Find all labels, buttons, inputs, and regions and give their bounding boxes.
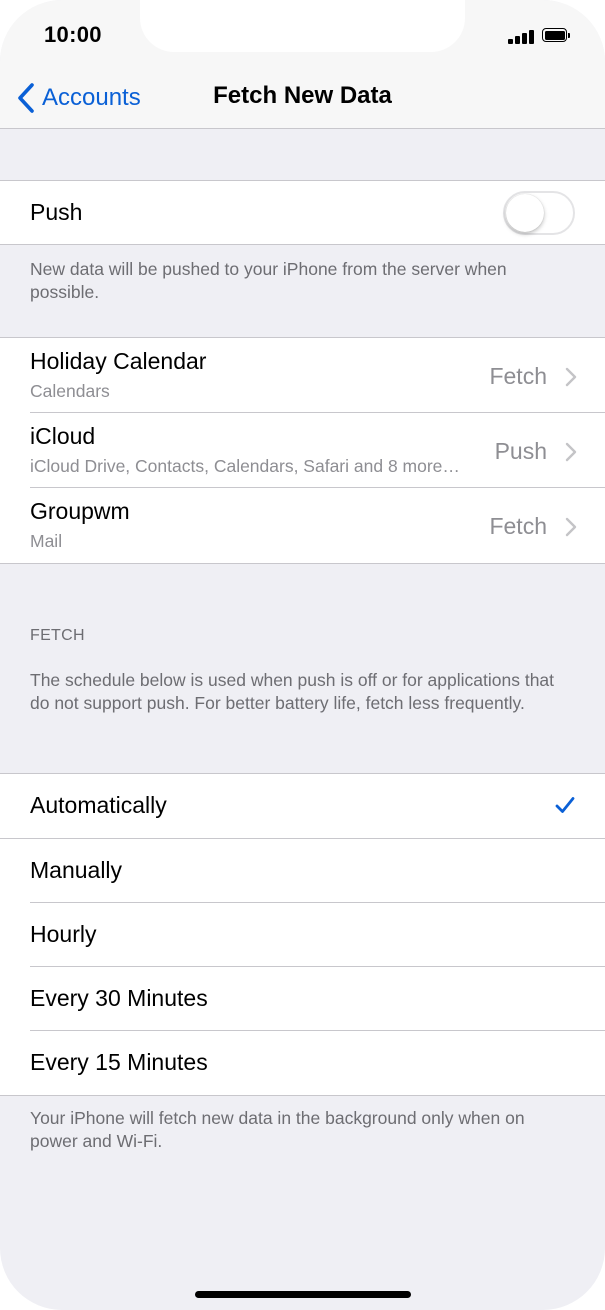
account-detail: Mail bbox=[30, 531, 63, 551]
account-row-icloud[interactable]: iCloud iCloud Drive, Contacts, Calendars… bbox=[0, 413, 605, 488]
fetch-footer: Your iPhone will fetch new data in the b… bbox=[30, 1108, 525, 1151]
navigation-bar: Accounts Fetch New Data bbox=[0, 70, 605, 129]
status-time: 10:00 bbox=[44, 22, 102, 47]
status-bar: 10:00 bbox=[0, 0, 605, 70]
checkmark-icon bbox=[555, 797, 575, 813]
battery-icon bbox=[542, 28, 572, 42]
push-section: Push bbox=[0, 180, 605, 245]
push-row: Push bbox=[0, 181, 605, 244]
fetch-option-hourly[interactable]: Hourly bbox=[0, 903, 605, 967]
home-indicator[interactable] bbox=[195, 1291, 411, 1298]
settings-screen: 10:00 Accounts Fetch New Data Push New d… bbox=[0, 0, 605, 1310]
account-fetch-mode: Push bbox=[494, 438, 547, 464]
fetch-schedule-options: Manually Hourly Every 30 Minutes Every 1… bbox=[0, 839, 605, 1096]
fetch-option-every-30-minutes[interactable]: Every 30 Minutes bbox=[0, 967, 605, 1031]
fetch-option-every-15-minutes[interactable]: Every 15 Minutes bbox=[0, 1031, 605, 1095]
cellular-signal-icon bbox=[508, 30, 536, 44]
fetch-option-label: Automatically bbox=[30, 792, 167, 818]
chevron-right-icon bbox=[565, 367, 577, 387]
fetch-option-label: Every 30 Minutes bbox=[30, 985, 208, 1011]
account-detail: iCloud Drive, Contacts, Calendars, Safar… bbox=[30, 456, 460, 476]
account-fetch-mode: Fetch bbox=[489, 363, 547, 389]
fetch-option-label: Hourly bbox=[30, 921, 97, 947]
fetch-section-header: FETCH bbox=[30, 627, 85, 644]
fetch-description: The schedule below is used when push is … bbox=[30, 670, 555, 713]
fetch-option-label: Manually bbox=[30, 857, 123, 883]
fetch-option-label: Every 15 Minutes bbox=[30, 1049, 208, 1075]
fetch-option-manually[interactable]: Manually bbox=[0, 839, 605, 903]
account-name: Groupwm bbox=[30, 498, 130, 524]
page-title: Fetch New Data bbox=[213, 82, 392, 109]
account-row-holiday-calendar[interactable]: Holiday Calendar Calendars Fetch bbox=[0, 338, 605, 413]
account-name: iCloud bbox=[30, 423, 96, 449]
push-label: Push bbox=[30, 199, 83, 225]
account-fetch-mode: Fetch bbox=[489, 513, 547, 539]
chevron-right-icon bbox=[565, 517, 577, 537]
chevron-right-icon bbox=[565, 442, 577, 462]
account-detail: Calendars bbox=[30, 381, 110, 401]
toggle-knob bbox=[506, 194, 544, 232]
account-row-groupwm[interactable]: Groupwm Mail Fetch bbox=[0, 488, 605, 563]
fetch-schedule-section: Automatically bbox=[0, 773, 605, 839]
accounts-section: Holiday Calendar Calendars Fetch iCloud … bbox=[0, 337, 605, 564]
account-name: Holiday Calendar bbox=[30, 348, 207, 374]
fetch-option-automatically[interactable]: Automatically bbox=[0, 774, 605, 839]
device-notch bbox=[140, 0, 465, 52]
push-toggle[interactable] bbox=[503, 191, 575, 235]
push-footer: New data will be pushed to your iPhone f… bbox=[30, 259, 507, 302]
